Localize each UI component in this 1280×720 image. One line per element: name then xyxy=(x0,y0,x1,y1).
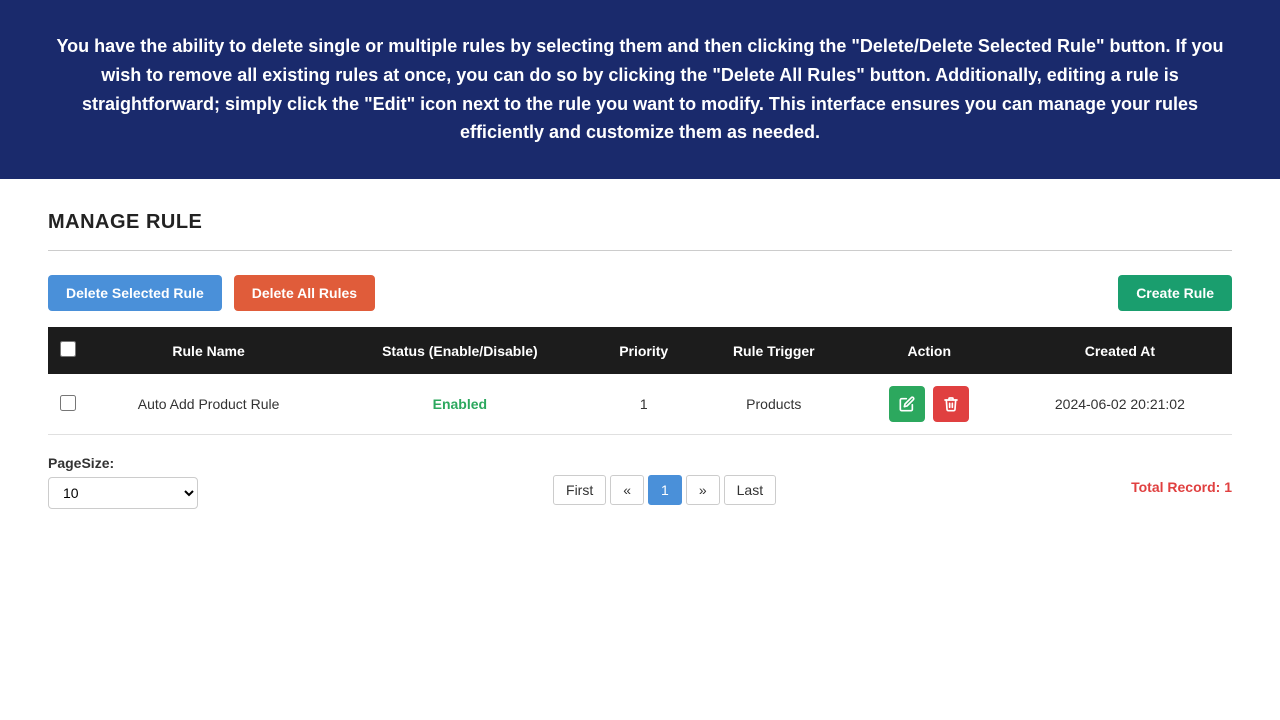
delete-all-button[interactable]: Delete All Rules xyxy=(234,275,375,311)
create-rule-button[interactable]: Create Rule xyxy=(1118,275,1232,311)
row-status: Enabled xyxy=(329,374,590,435)
info-banner: You have the ability to delete single or… xyxy=(0,0,1280,179)
prev-page-button[interactable]: « xyxy=(610,475,644,505)
main-content: MANAGE RULE Delete Selected Rule Delete … xyxy=(0,179,1280,541)
select-all-checkbox[interactable] xyxy=(60,341,76,357)
row-action xyxy=(851,374,1008,435)
row-rule-name: Auto Add Product Rule xyxy=(88,374,329,435)
pagination-right: Total Record: 1 xyxy=(1131,455,1232,495)
row-rule-trigger: Products xyxy=(697,374,851,435)
edit-rule-button[interactable] xyxy=(889,386,925,422)
section-title: MANAGE RULE xyxy=(48,211,1232,234)
total-record-value: 1 xyxy=(1224,479,1232,495)
current-page-button[interactable]: 1 xyxy=(648,475,682,505)
header-status: Status (Enable/Disable) xyxy=(329,327,590,374)
last-page-button[interactable]: Last xyxy=(724,475,776,505)
header-rule-name: Rule Name xyxy=(88,327,329,374)
total-record: Total Record: 1 xyxy=(1131,479,1232,495)
pagination-area: PageSize: 10 20 50 100 First « 1 » Last … xyxy=(48,455,1232,509)
header-action: Action xyxy=(851,327,1008,374)
row-created-at: 2024-06-02 20:21:02 xyxy=(1008,374,1232,435)
table-header-row: Rule Name Status (Enable/Disable) Priori… xyxy=(48,327,1232,374)
banner-text: You have the ability to delete single or… xyxy=(48,32,1232,147)
header-created-at: Created At xyxy=(1008,327,1232,374)
row-checkbox[interactable] xyxy=(60,395,76,411)
header-checkbox-cell xyxy=(48,327,88,374)
total-record-label: Total Record: xyxy=(1131,479,1220,495)
row-checkbox-cell xyxy=(48,374,88,435)
first-page-button[interactable]: First xyxy=(553,475,606,505)
header-priority: Priority xyxy=(591,327,697,374)
header-rule-trigger: Rule Trigger xyxy=(697,327,851,374)
rules-table: Rule Name Status (Enable/Disable) Priori… xyxy=(48,327,1232,435)
toolbar-right: Create Rule xyxy=(1118,275,1232,311)
row-priority: 1 xyxy=(591,374,697,435)
toolbar: Delete Selected Rule Delete All Rules Cr… xyxy=(48,275,1232,311)
delete-selected-button[interactable]: Delete Selected Rule xyxy=(48,275,222,311)
delete-rule-button[interactable] xyxy=(933,386,969,422)
pagination-controls: First « 1 » Last xyxy=(553,475,776,505)
table-row: Auto Add Product Rule Enabled 1 Products xyxy=(48,374,1232,435)
pagesize-select[interactable]: 10 20 50 100 xyxy=(48,477,198,509)
pagesize-label: PageSize: xyxy=(48,455,198,471)
section-divider xyxy=(48,250,1232,251)
pagesize-section: PageSize: 10 20 50 100 xyxy=(48,455,198,509)
pagination-center: First « 1 » Last xyxy=(553,455,776,505)
next-page-button[interactable]: » xyxy=(686,475,720,505)
toolbar-left: Delete Selected Rule Delete All Rules xyxy=(48,275,375,311)
